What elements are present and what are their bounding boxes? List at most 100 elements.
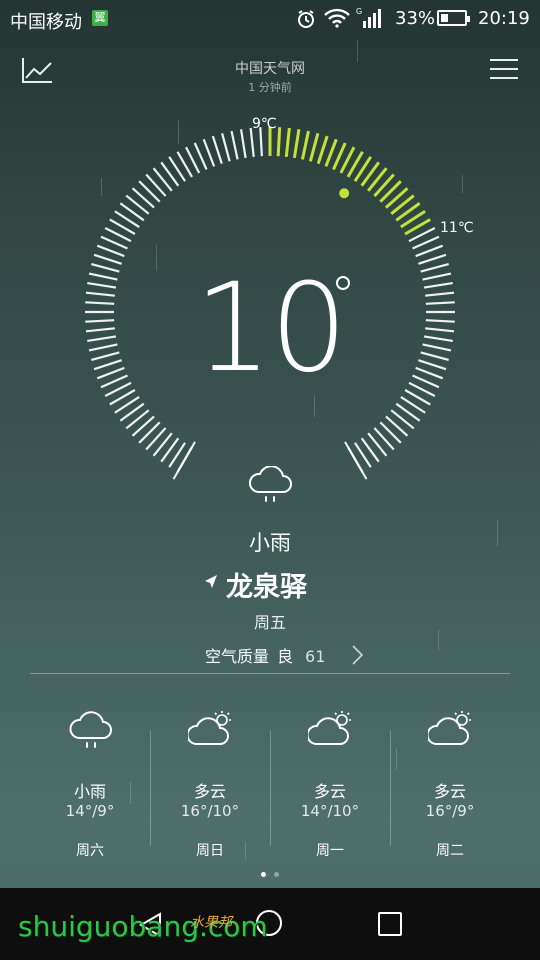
dial-tick (91, 351, 120, 361)
trend-chart-button[interactable] (20, 56, 54, 86)
wifi-icon (323, 8, 351, 32)
recent-apps-button[interactable] (378, 912, 402, 936)
dial-tick (93, 359, 122, 371)
degree-symbol (336, 276, 350, 290)
dial-range-tick (292, 129, 301, 159)
forecast-weekday: 周一 (316, 843, 344, 859)
air-quality-row[interactable]: 空气质量良 61 (205, 643, 325, 667)
forecast-temp-range: 14°/9° (65, 802, 115, 820)
carrier-badge-icon: 翼 (92, 10, 108, 26)
forecast-day[interactable]: 多云 16°/10° 周日 (150, 700, 270, 870)
battery-fill (441, 14, 449, 22)
dial-tick (249, 127, 255, 157)
dial-tick (211, 135, 223, 164)
dial-tick (138, 180, 161, 203)
dial-range-tick (316, 135, 329, 165)
current-temperature: 10 (194, 257, 347, 399)
dial-tick (423, 281, 453, 289)
dial-range-tick (308, 132, 320, 162)
dial-tick (415, 244, 444, 258)
carrier-name: 中国移动 (10, 12, 82, 33)
trend-chart-icon (22, 58, 52, 83)
dial-range-tick (284, 127, 291, 158)
status-bar: 中国移动 翼 G 33% 20:19 (0, 0, 540, 38)
forecast-day[interactable]: 小雨 14°/9° 周六 (30, 700, 150, 870)
forecast-condition: 多云 (433, 782, 466, 801)
alarm-icon (296, 9, 316, 33)
dial-end-tick (344, 441, 368, 480)
forecast-day[interactable]: 多云 16°/9° 周二 (390, 700, 510, 870)
dial-tick (415, 366, 444, 380)
dial-tick (202, 138, 216, 167)
dial-tick (373, 427, 395, 451)
dial-tick (85, 327, 115, 333)
forecast-condition: 小雨 (73, 782, 106, 801)
forecast-condition: 多云 (193, 782, 226, 801)
dial-tick (85, 291, 115, 297)
page-indicator-dot (274, 872, 279, 877)
dial-tick (96, 244, 125, 258)
dial-range-tick (324, 138, 338, 167)
rain-streak (438, 630, 439, 650)
air-quality-value: 61 (305, 647, 326, 666)
today-weekday: 周五 (253, 613, 286, 632)
menu-icon (490, 59, 518, 79)
dial-tick (88, 272, 118, 281)
dial-range-tick (300, 130, 310, 160)
dial-tick (221, 133, 231, 162)
dial-tick (422, 272, 452, 281)
update-time: 1 分钟前 (248, 81, 292, 94)
dial-tick (420, 351, 449, 361)
dial-tick (96, 366, 125, 380)
dial-tick (239, 129, 247, 159)
source-title: 中国天气网 (235, 61, 305, 77)
forecast-day[interactable]: 多云 14°/10° 周一 (270, 700, 390, 870)
light-rain-icon (68, 710, 114, 756)
dial-high-temp: 9℃ (252, 116, 277, 132)
dial-tick (87, 281, 117, 289)
forecast-temp-range: 14°/10° (300, 802, 360, 820)
location-arrow-icon (203, 574, 219, 594)
dial-tick (385, 415, 409, 437)
dial-tick (418, 253, 447, 265)
dial-tick (93, 253, 122, 265)
dial-tick (145, 427, 167, 451)
dial-tick (145, 173, 167, 197)
partly-cloudy-icon (426, 710, 474, 756)
dial-tick (85, 301, 115, 305)
dial-tick (230, 130, 239, 160)
dial-tick (85, 319, 115, 323)
partly-cloudy-icon (306, 710, 354, 756)
air-quality-label: 空气质量 (205, 647, 270, 666)
dial-tick (425, 327, 455, 333)
dial-tick (131, 415, 155, 437)
chevron-right-icon[interactable] (350, 644, 364, 670)
dial-tick (425, 291, 455, 297)
menu-button[interactable] (490, 59, 518, 83)
status-time: 20:19 (478, 8, 530, 29)
today-condition: 小雨 (249, 531, 291, 555)
light-rain-icon (246, 465, 294, 510)
forecast-condition: 多云 (313, 782, 346, 801)
dial-tick (87, 335, 117, 343)
rain-streak (497, 520, 498, 546)
forecast-weekday: 周六 (76, 843, 104, 859)
dial-tick (422, 343, 452, 352)
watermark-tag: 水果邦 (190, 915, 232, 931)
divider (30, 673, 510, 674)
svg-text:G: G (356, 7, 362, 16)
dial-range-tick (276, 127, 282, 157)
dial-tick (425, 319, 455, 323)
city-name[interactable]: 龙泉驿 (226, 565, 307, 604)
dial-tick (425, 301, 455, 305)
dial-tick (423, 335, 453, 343)
battery-icon (437, 10, 470, 26)
forecast-temp-range: 16°/10° (180, 802, 240, 820)
forecast-temp-range: 16°/9° (425, 802, 475, 820)
dial-current-marker (339, 188, 350, 199)
forecast-weekday: 周二 (436, 843, 464, 859)
dial-tick (131, 187, 155, 209)
forecast-weekday: 周日 (196, 843, 224, 859)
dial-tick (138, 421, 161, 444)
dial-tick (420, 263, 449, 273)
